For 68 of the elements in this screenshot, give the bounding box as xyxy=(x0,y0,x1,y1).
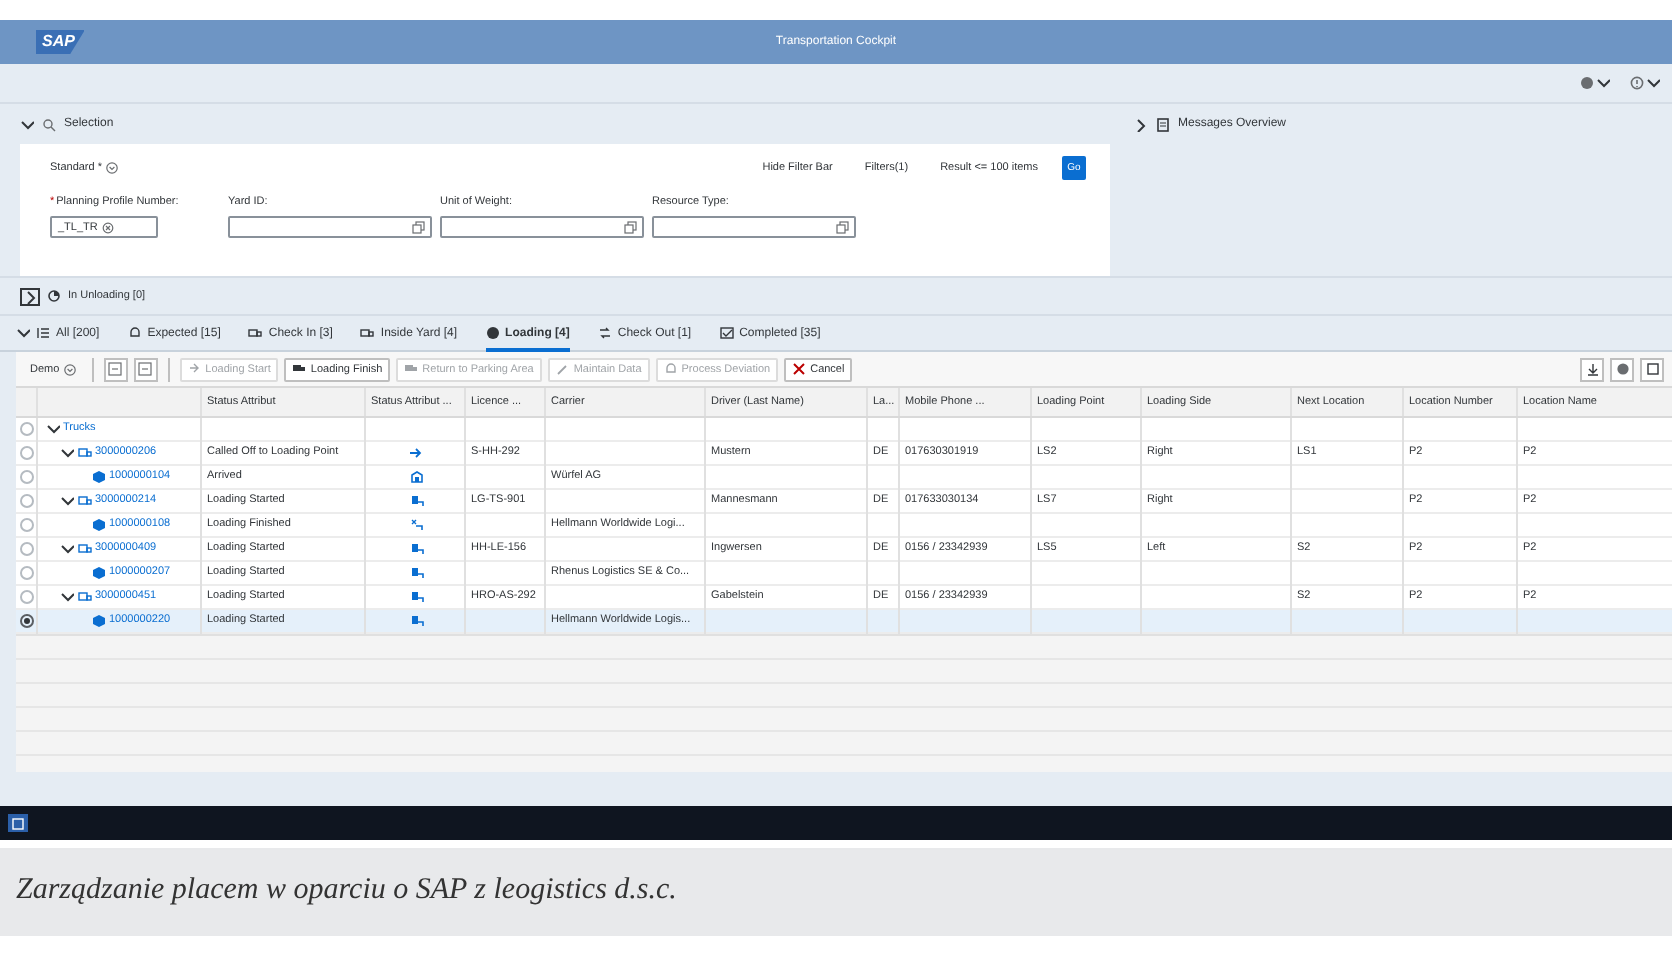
bell-icon xyxy=(663,362,678,376)
package-icon xyxy=(91,565,105,579)
chevron-down-icon[interactable] xyxy=(59,493,73,507)
expand-all-button[interactable] xyxy=(103,357,128,381)
input-field[interactable] xyxy=(652,216,856,238)
value-help-icon xyxy=(836,220,850,234)
package-icon xyxy=(91,613,105,627)
pencil-icon xyxy=(555,362,570,376)
truck-icon xyxy=(248,326,263,340)
radio-button[interactable] xyxy=(20,613,34,627)
dropdown-icon xyxy=(106,162,118,174)
help-menu[interactable] xyxy=(1630,76,1660,90)
chevron-down-icon xyxy=(1646,76,1660,90)
close-icon xyxy=(792,362,807,376)
document-icon xyxy=(1156,117,1170,131)
collapse-all-button[interactable] xyxy=(133,357,158,381)
notification-icon xyxy=(12,817,24,829)
radio-button[interactable] xyxy=(20,469,34,483)
truck-icon xyxy=(77,493,91,507)
list-icon xyxy=(36,326,50,340)
truck-icon xyxy=(77,445,91,459)
truck-icon xyxy=(77,589,91,603)
checkbox-icon xyxy=(719,326,734,340)
image-caption: Zarządzanie placem w oparciu o SAP z leogistics d.s.c. xyxy=(16,874,679,908)
fullscreen-button[interactable] xyxy=(1640,357,1664,381)
dropdown-icon xyxy=(63,363,76,375)
arrow-icon xyxy=(187,362,202,376)
radio-button[interactable] xyxy=(20,517,34,531)
help-icon xyxy=(1630,76,1644,90)
truck-icon xyxy=(404,362,419,376)
chevron-down-icon[interactable] xyxy=(59,445,73,459)
value-help-icon xyxy=(624,220,638,234)
radio-button[interactable] xyxy=(20,541,34,555)
clock-icon xyxy=(48,290,60,302)
radio-button[interactable] xyxy=(20,493,34,507)
tree-icon xyxy=(108,362,123,376)
settings-button[interactable] xyxy=(1610,357,1634,381)
exchange-icon xyxy=(597,326,612,340)
chevron-down-icon[interactable] xyxy=(59,541,73,555)
fullscreen-icon xyxy=(1645,362,1659,376)
download-button[interactable] xyxy=(1580,357,1604,381)
chevron-down-icon xyxy=(1596,76,1610,90)
notifications-button[interactable] xyxy=(8,814,28,832)
chevron-right-icon xyxy=(23,289,37,303)
chevron-down-icon[interactable] xyxy=(45,421,59,435)
truck-icon xyxy=(77,541,91,555)
download-icon xyxy=(1585,362,1599,376)
chevron-down-icon xyxy=(16,326,30,340)
settings-menu[interactable] xyxy=(1580,76,1610,90)
package-icon xyxy=(91,517,105,531)
radio-button[interactable] xyxy=(20,589,34,603)
truck-icon xyxy=(360,326,375,340)
expand-button[interactable] xyxy=(20,287,40,305)
clear-icon xyxy=(101,221,114,233)
truck-icon xyxy=(292,362,307,376)
input-field[interactable] xyxy=(228,216,432,238)
input-field[interactable] xyxy=(440,216,644,238)
bell-icon xyxy=(127,326,142,340)
radio-button[interactable] xyxy=(20,421,34,435)
circle-icon xyxy=(485,326,500,340)
radio-button[interactable] xyxy=(20,445,34,459)
chevron-down-icon[interactable] xyxy=(59,589,73,603)
value-help-icon xyxy=(412,220,426,234)
sap-logo: SAP xyxy=(36,30,85,54)
tree-icon xyxy=(138,362,153,376)
package-icon xyxy=(91,469,105,483)
search-icon xyxy=(42,117,56,131)
radio-button[interactable] xyxy=(20,565,34,579)
